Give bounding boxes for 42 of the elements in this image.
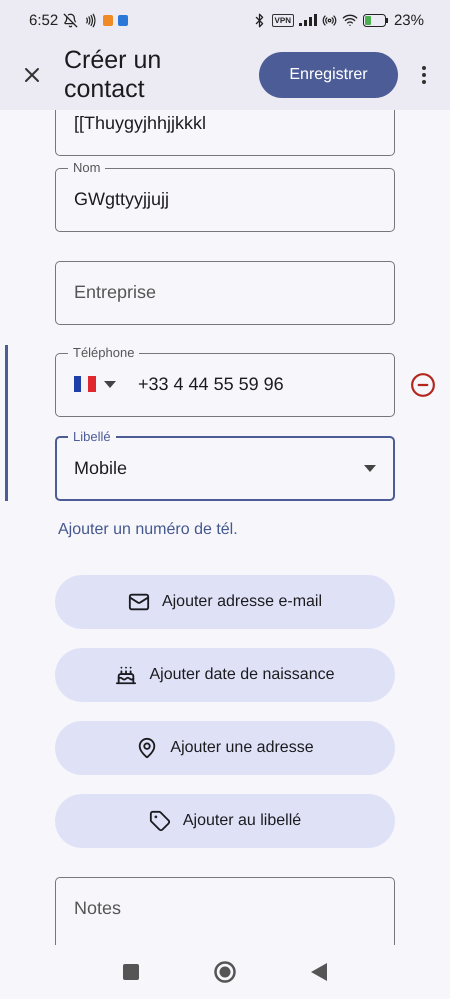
battery-icon — [362, 14, 389, 26]
remove-icon[interactable] — [410, 372, 436, 398]
wifi-icon — [342, 12, 358, 28]
back-icon[interactable] — [311, 963, 328, 981]
tag-icon — [148, 810, 171, 832]
caret-icon[interactable] — [104, 381, 116, 388]
battery-percentage: 23% — [394, 12, 424, 28]
field-label: Téléphone — [72, 345, 136, 361]
field-value: +33 4 44 55 59 96 — [138, 374, 285, 395]
field-value: [[Thuygyjhhjjkkkl — [74, 113, 208, 134]
input-field[interactable]: Nom GWgttyyjjujj — [55, 160, 395, 232]
add-field-button[interactable]: Ajouter date de naissance — [55, 648, 395, 702]
input-field[interactable]: Libellé Mobile — [55, 429, 395, 501]
field-label: Nom — [72, 160, 102, 176]
field-label: Libellé — [72, 429, 112, 445]
add-field-button[interactable]: Ajouter au libellé — [55, 794, 395, 848]
flag-icon[interactable] — [74, 376, 96, 392]
home-icon[interactable] — [214, 961, 236, 983]
caret-icon[interactable] — [364, 465, 376, 472]
input-field[interactable]: [[Thuygyjhhjjkkkl — [55, 110, 395, 156]
input-field[interactable]: Entreprise — [55, 261, 395, 325]
input-field[interactable]: Téléphone +33 4 44 55 59 96 — [55, 345, 395, 417]
bell-off-icon — [63, 12, 78, 28]
recent-apps-icon[interactable] — [122, 964, 139, 980]
field-value: GWgttyyjjujj — [74, 189, 170, 210]
save-button[interactable]: Enregistrer — [259, 52, 398, 98]
page-title: Créer un contact — [64, 46, 162, 104]
app-icon — [103, 14, 114, 26]
add-field-button[interactable]: Ajouter une adresse — [55, 721, 395, 775]
mail-icon — [128, 591, 150, 613]
status-time: 6:52 — [29, 12, 58, 28]
app-icon — [118, 14, 128, 26]
signal-icon — [298, 14, 317, 26]
cake-icon — [115, 664, 138, 686]
vpn-badge: VPN — [272, 14, 294, 26]
nfc-icon — [83, 12, 98, 28]
hotspot-icon — [322, 12, 337, 28]
field-placeholder: Entreprise — [74, 282, 156, 303]
add-field-button[interactable]: Ajouter adresse e-mail — [55, 575, 395, 629]
field-placeholder: Notes — [74, 898, 122, 918]
field-value: Mobile — [74, 458, 128, 479]
add-phone-link[interactable]: Ajouter un numéro de tél. — [58, 521, 238, 539]
